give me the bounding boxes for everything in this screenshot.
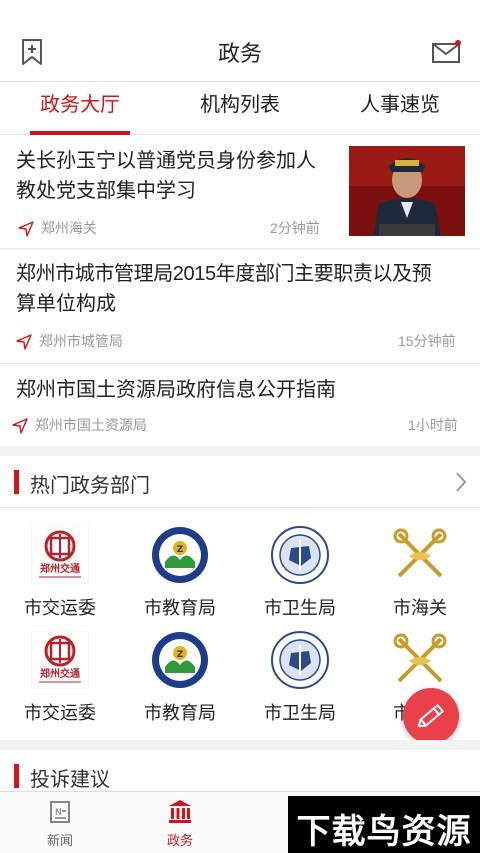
transport-committee-logo: 郑州交通 <box>31 526 89 584</box>
tab-bar: 政务大厅 机构列表 人事速览 <box>0 83 480 135</box>
section-title: 投诉建议 <box>30 769 110 791</box>
news-title-line: 郑州市城市管理局2015年度部门主要职责以及预 <box>16 263 432 285</box>
location-arrow-icon <box>18 221 34 237</box>
government-building-icon <box>169 800 191 823</box>
section-accent-bar <box>14 764 19 788</box>
tab-label: 政务大厅 <box>40 94 120 116</box>
health-bureau-logo <box>271 631 329 689</box>
nav-label: 政务 <box>166 833 193 848</box>
tab-label: 人事速览 <box>360 94 440 116</box>
department-name: 市卫生局 <box>264 703 336 723</box>
department-education[interactable]: Z 市教育局 <box>120 631 240 727</box>
department-health[interactable]: 市卫生局 <box>240 526 360 622</box>
news-item[interactable]: 郑州市城市管理局2015年度部门主要职责以及预 算单位构成 郑州市城管局 15分… <box>0 249 480 363</box>
svg-text:Z: Z <box>177 650 184 660</box>
news-time: 2分钟前 <box>270 220 320 236</box>
section-title: 热门政务部门 <box>30 475 150 497</box>
officer-portrait-image <box>349 146 465 236</box>
compose-button[interactable] <box>403 688 459 744</box>
hot-departments-header[interactable]: 热门政务部门 <box>0 456 480 508</box>
department-name: 市海关 <box>393 598 447 618</box>
section-accent-bar <box>14 470 19 494</box>
chevron-right-icon[interactable] <box>454 470 468 494</box>
svg-text:郑州交通: 郑州交通 <box>40 667 80 680</box>
news-title-line: 教处党支部集中学习 <box>16 180 196 202</box>
department-transport[interactable]: 郑州交通 市交运委 <box>0 631 120 727</box>
department-name: 市教育局 <box>144 703 216 723</box>
news-source-label: 郑州市城管局 <box>38 333 123 349</box>
app-header: 政务 <box>0 0 480 82</box>
tab-active-indicator <box>30 131 130 135</box>
svg-text:Z: Z <box>177 545 184 555</box>
news-source: 郑州市城管局 <box>16 331 123 351</box>
tab-label: 机构列表 <box>200 94 280 116</box>
department-transport[interactable]: 郑州交通 市交运委 <box>0 526 120 622</box>
department-name: 市卫生局 <box>264 598 336 618</box>
svg-text:郑州交通: 郑州交通 <box>40 562 80 575</box>
news-time: 15分钟前 <box>398 333 456 349</box>
news-title: 关长孙玉宁以普通党员身份参加人 教处党支部集中学习 <box>16 146 316 206</box>
education-bureau-logo: Z <box>152 527 208 583</box>
department-customs[interactable]: 市海关 <box>360 526 480 622</box>
tab-personnel-overview[interactable]: 人事速览 <box>350 83 450 135</box>
education-bureau-logo: Z <box>152 632 208 688</box>
news-title-line: 关长孙玉宁以普通党员身份参加人 <box>16 150 316 172</box>
nav-government[interactable]: 政务 <box>150 792 210 853</box>
location-arrow-icon <box>16 334 32 350</box>
transport-committee-logo: 郑州交通 <box>31 631 89 689</box>
news-item[interactable]: 郑州市国土资源局政府信息公开指南 郑州市国土资源局 1小时前 <box>0 364 480 446</box>
news-source-label: 郑州海关 <box>40 220 97 236</box>
mail-icon[interactable] <box>432 40 462 64</box>
news-source: 郑州海关 <box>18 218 97 238</box>
health-bureau-logo <box>271 526 329 584</box>
location-arrow-icon <box>12 418 28 434</box>
customs-emblem-logo <box>391 526 449 584</box>
news-thumbnail[interactable] <box>349 146 465 236</box>
section-spacer <box>0 740 480 750</box>
watermark-overlay: 下载鸟资源 <box>288 796 480 853</box>
customs-emblem-logo <box>391 631 449 689</box>
department-name: 市交运委 <box>24 703 96 723</box>
nav-label: 新闻 <box>46 833 73 848</box>
svg-text:N: N <box>55 808 62 818</box>
news-source-label: 郑州市国土资源局 <box>34 417 147 433</box>
news-title: 郑州市国土资源局政府信息公开指南 <box>16 379 336 401</box>
news-title: 郑州市城市管理局2015年度部门主要职责以及预 算单位构成 <box>16 259 472 319</box>
news-time: 1小时前 <box>408 417 458 433</box>
page-title: 政务 <box>217 41 262 66</box>
news-icon: N <box>50 801 70 823</box>
department-name: 市交运委 <box>24 598 96 618</box>
department-education[interactable]: Z 市教育局 <box>120 526 240 622</box>
nav-news[interactable]: N 新闻 <box>30 792 90 853</box>
complaints-header[interactable]: 投诉建议 <box>0 750 480 791</box>
department-name: 市教育局 <box>144 598 216 618</box>
department-health[interactable]: 市卫生局 <box>240 631 360 727</box>
section-spacer <box>0 446 480 456</box>
news-source: 郑州市国土资源局 <box>12 415 147 435</box>
watermark-text: 下载鸟资源 <box>296 812 472 852</box>
pencil-icon <box>417 703 445 728</box>
tab-government-hall[interactable]: 政务大厅 <box>30 83 130 135</box>
tab-institution-list[interactable]: 机构列表 <box>190 83 290 135</box>
news-title-line: 算单位构成 <box>16 293 116 315</box>
